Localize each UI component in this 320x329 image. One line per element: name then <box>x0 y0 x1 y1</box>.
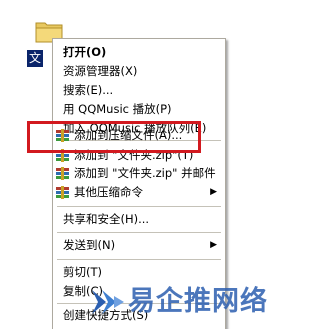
submenu-arrow-icon: ▶ <box>210 240 217 250</box>
menu-item-label: 剪切(T) <box>63 265 102 279</box>
menu-separator <box>57 206 221 207</box>
menu-separator <box>57 232 221 233</box>
menu-item-search[interactable]: 搜索(E)... <box>55 81 223 100</box>
menu-item-cut[interactable]: 剪切(T) <box>55 263 223 282</box>
menu-item-label: 搜索(E)... <box>63 83 114 97</box>
menu-separator <box>57 259 221 260</box>
winrar-icon <box>55 149 70 162</box>
menu-item-other-compress[interactable]: 其他压缩命令 ▶ <box>55 183 223 202</box>
menu-item-label: 添加到 "文件夹.zip" 并邮件 <box>74 166 216 180</box>
menu-item-label: 用 QQMusic 播放(P) <box>63 102 172 116</box>
menu-item-label: 其他压缩命令 <box>74 185 143 199</box>
winrar-icon <box>55 129 70 142</box>
menu-item-open[interactable]: 打开(O) <box>55 43 223 62</box>
menu-item-explorer[interactable]: 资源管理器(X) <box>55 62 223 81</box>
menu-item-label: 资源管理器(X) <box>63 64 138 78</box>
menu-item-label: 添加到 "文件夹.zip"(T) <box>74 148 194 162</box>
submenu-arrow-icon: ▶ <box>210 187 217 197</box>
menu-item-label: 共享和安全(H)... <box>63 212 150 226</box>
winrar-icon <box>55 186 70 199</box>
menu-item-sharing-security[interactable]: 共享和安全(H)... <box>55 210 223 229</box>
winrar-icon <box>55 167 70 180</box>
menu-item-add-to-zip[interactable]: 添加到 "文件夹.zip"(T) <box>55 146 223 165</box>
watermark: 易企推网络 <box>88 282 267 322</box>
menu-item-add-to-archive[interactable]: 添加到压缩文件(A)... <box>55 126 223 145</box>
menu-item-label: 添加到压缩文件(A)... <box>74 128 183 142</box>
menu-item-add-to-zip-and-email[interactable]: 添加到 "文件夹.zip" 并邮件 <box>55 164 223 183</box>
watermark-logo-icon <box>92 290 124 314</box>
folder-name-label[interactable]: 文 <box>27 50 43 67</box>
menu-item-qqmusic-play[interactable]: 用 QQMusic 播放(P) <box>55 100 223 119</box>
menu-item-label: 打开(O) <box>63 45 107 59</box>
menu-item-label: 发送到(N) <box>63 238 116 252</box>
menu-item-send-to[interactable]: 发送到(N) ▶ <box>55 236 223 255</box>
watermark-text: 易企推网络 <box>128 286 268 317</box>
